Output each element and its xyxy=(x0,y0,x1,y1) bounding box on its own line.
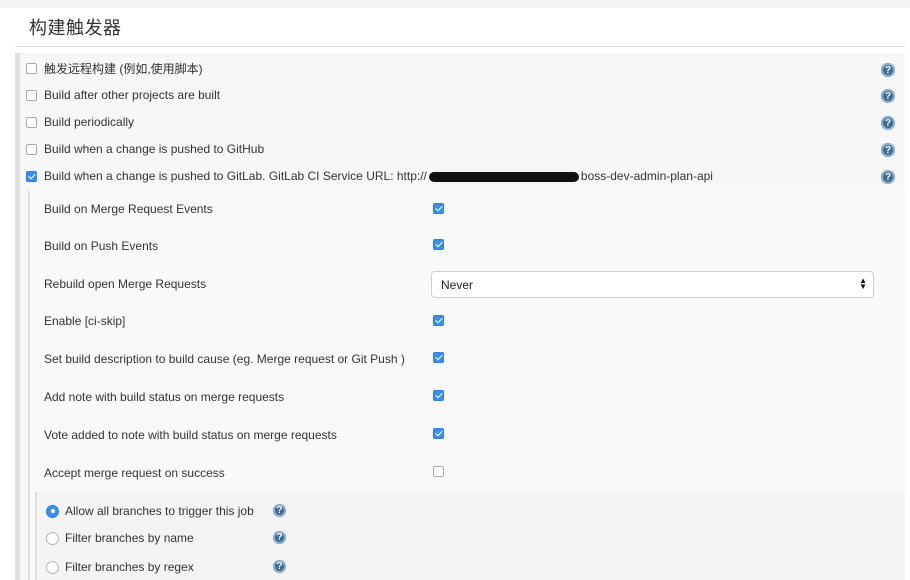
accept-merge-request-label: Accept merge request on success xyxy=(44,466,225,480)
vote-added-to-note-checkbox[interactable] xyxy=(433,428,444,439)
trigger-gitlab-push-checkbox[interactable] xyxy=(26,170,37,182)
trigger-after-other-projects[interactable]: Build after other projects are built xyxy=(26,85,220,105)
trigger-periodically[interactable]: Build periodically xyxy=(26,112,134,132)
trigger-github-push-checkbox[interactable] xyxy=(26,143,37,155)
vote-added-to-note-label: Vote added to note with build status on … xyxy=(44,428,337,442)
build-on-push-events-checkbox[interactable] xyxy=(433,239,444,250)
rebuild-select-value: Never xyxy=(441,277,474,292)
trigger-remote-checkbox[interactable] xyxy=(26,62,37,74)
help-icon[interactable]: ? xyxy=(273,560,286,573)
set-build-description-checkbox[interactable] xyxy=(433,352,444,363)
help-icon[interactable]: ? xyxy=(881,63,895,77)
help-icon[interactable]: ? xyxy=(273,504,286,517)
enable-ci-skip-label: Enable [ci-skip] xyxy=(44,314,126,328)
page-right-edge xyxy=(905,53,910,580)
allow-all-branches-label: Allow all branches to trigger this job xyxy=(65,504,254,518)
trigger-gitlab-push[interactable]: Build when a change is pushed to GitLab.… xyxy=(26,166,713,186)
help-icon[interactable]: ? xyxy=(881,89,895,103)
trigger-after-other-projects-label: Build after other projects are built xyxy=(44,88,221,102)
top-strip xyxy=(0,0,910,8)
title-divider xyxy=(15,46,905,47)
build-on-merge-request-events-checkbox[interactable] xyxy=(433,203,444,214)
trigger-periodically-checkbox[interactable] xyxy=(26,116,37,128)
trigger-github-push[interactable]: Build when a change is pushed to GitHub xyxy=(26,139,264,159)
trigger-github-push-label: Build when a change is pushed to GitHub xyxy=(44,142,265,156)
enable-ci-skip-checkbox[interactable] xyxy=(433,315,444,326)
help-icon[interactable]: ? xyxy=(881,170,895,184)
redacted-url-segment xyxy=(428,171,579,182)
build-on-merge-request-events-label: Build on Merge Request Events xyxy=(44,202,213,216)
trigger-after-other-projects-checkbox[interactable] xyxy=(26,89,37,101)
sort-arrows-icon: ▲ ▼ xyxy=(859,276,867,291)
build-on-push-events-label: Build on Push Events xyxy=(44,239,159,253)
help-icon[interactable]: ? xyxy=(273,531,286,544)
radio-filter-by-regex[interactable]: Filter branches by regex xyxy=(46,558,194,576)
trigger-remote-label: 触发远程构建 (例如,使用脚本) xyxy=(44,61,203,76)
set-build-description-label: Set build description to build cause (eg… xyxy=(44,352,405,366)
gitlab-url-prefix: Build when a change is pushed to GitLab.… xyxy=(44,169,427,183)
radio-allow-all-branches[interactable]: Allow all branches to trigger this job xyxy=(46,502,254,520)
radio-filter-by-name[interactable]: Filter branches by name xyxy=(46,529,194,547)
filter-by-regex-radio[interactable] xyxy=(46,560,59,574)
add-note-build-status-label: Add note with build status on merge requ… xyxy=(44,390,285,404)
gitlab-url-suffix: boss-dev-admin-plan-api xyxy=(580,169,713,183)
section-title: 构建触发器 xyxy=(29,18,122,38)
accept-merge-request-checkbox[interactable] xyxy=(433,466,444,477)
rebuild-open-merge-requests-select[interactable]: Never ▲ ▼ xyxy=(431,271,874,298)
filter-by-name-radio[interactable] xyxy=(46,531,59,545)
help-icon[interactable]: ? xyxy=(881,116,895,130)
rebuild-open-merge-requests-label: Rebuild open Merge Requests xyxy=(44,277,207,291)
filter-by-name-label: Filter branches by name xyxy=(65,531,194,545)
add-note-build-status-checkbox[interactable] xyxy=(433,390,444,401)
help-icon[interactable]: ? xyxy=(881,143,895,157)
allow-all-branches-radio[interactable] xyxy=(46,504,59,518)
trigger-gitlab-push-label: Build when a change is pushed to GitLab.… xyxy=(44,169,713,183)
filter-by-regex-label: Filter branches by regex xyxy=(65,560,194,574)
trigger-periodically-label: Build periodically xyxy=(44,115,135,129)
trigger-remote[interactable]: 触发远程构建 (例如,使用脚本) xyxy=(26,58,203,78)
